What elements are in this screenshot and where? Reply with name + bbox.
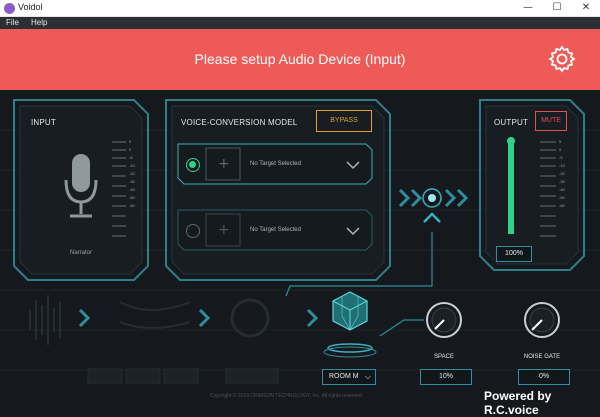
slot-1-label: No Target Selected bbox=[250, 161, 301, 167]
space-knob[interactable] bbox=[424, 300, 464, 340]
room-select-label: ROOM M bbox=[329, 373, 359, 380]
slot-2-radio[interactable] bbox=[186, 224, 200, 238]
room-cube-icon[interactable] bbox=[330, 290, 370, 332]
output-tick: 0 bbox=[559, 147, 562, 152]
input-tick: -60 bbox=[129, 203, 135, 208]
banner-message: Please setup Audio Device (Input) bbox=[194, 51, 406, 67]
room-select[interactable]: ROOM M ⌵ bbox=[322, 369, 376, 385]
app-icon bbox=[4, 3, 15, 14]
input-tick: -50 bbox=[129, 195, 135, 200]
slot-1-radio[interactable] bbox=[186, 158, 200, 172]
slot-1-chevron-down-icon[interactable] bbox=[346, 160, 360, 170]
menu-help[interactable]: Help bbox=[31, 17, 47, 29]
window-titlebar: Voidol — ☐ ✕ bbox=[0, 0, 600, 17]
output-tick: -60 bbox=[559, 203, 565, 208]
input-tick: 5 bbox=[129, 139, 132, 144]
space-label: SPACE bbox=[434, 354, 454, 360]
powered-by-text: Powered by R.C.voice bbox=[484, 389, 552, 417]
menu-bar: File Help bbox=[0, 17, 600, 29]
slot-2-chevron-down-icon[interactable] bbox=[346, 226, 360, 236]
setup-banner: Please setup Audio Device (Input) bbox=[0, 29, 600, 90]
window-title: Voidol bbox=[18, 2, 43, 12]
volume-handle[interactable] bbox=[507, 137, 515, 145]
microphone-icon bbox=[64, 154, 98, 218]
noise-gate-knob[interactable] bbox=[522, 300, 562, 340]
output-tick: -5 bbox=[559, 155, 563, 160]
output-volume-field[interactable]: 100% bbox=[496, 246, 532, 262]
add-target-icon[interactable]: + bbox=[218, 156, 230, 172]
add-target-icon[interactable]: + bbox=[218, 222, 230, 238]
output-tick: -10 bbox=[559, 163, 565, 168]
voice-name: Narrator bbox=[70, 250, 93, 256]
output-tick: -30 bbox=[559, 179, 565, 184]
bypass-button[interactable]: BYPASS bbox=[316, 110, 372, 132]
slot-2-label: No Target Selected bbox=[250, 227, 301, 233]
input-title: INPUT bbox=[31, 118, 56, 127]
input-tick: -5 bbox=[129, 155, 133, 160]
chevron-down-icon: ⌵ bbox=[364, 372, 371, 381]
input-tick: 0 bbox=[129, 147, 132, 152]
maximize-button[interactable]: ☐ bbox=[543, 0, 571, 17]
noise-gate-value-field[interactable]: 0% bbox=[518, 369, 570, 385]
output-tick: -40 bbox=[559, 187, 565, 192]
output-meter-scale: 5 0 -5 -10 -20 -30 -40 -50 -60 bbox=[559, 138, 569, 210]
output-tick: 5 bbox=[559, 139, 562, 144]
conversion-title: VOICE-CONVERSION MODEL bbox=[181, 118, 298, 127]
mute-button[interactable]: MUTE bbox=[535, 111, 567, 131]
noise-gate-label: NOISE GATE bbox=[523, 354, 561, 360]
output-volume-slider[interactable] bbox=[508, 140, 514, 234]
radio-dot bbox=[189, 161, 196, 168]
input-tick: -30 bbox=[129, 179, 135, 184]
input-tick: -40 bbox=[129, 187, 135, 192]
copyright-text: Copyright © 2019 CRIMSON TECHNOLOGY, Inc… bbox=[210, 393, 363, 399]
input-meter-scale: 5 0 -5 -10 -20 -30 -40 -50 -60 bbox=[129, 138, 139, 210]
signal-hub-icon bbox=[422, 188, 442, 223]
close-button[interactable]: ✕ bbox=[572, 0, 600, 17]
menu-file[interactable]: File bbox=[6, 17, 19, 29]
input-tick: -10 bbox=[129, 163, 135, 168]
settings-gear-icon[interactable] bbox=[548, 45, 576, 73]
volume-fill bbox=[508, 140, 514, 234]
minimize-button[interactable]: — bbox=[514, 0, 542, 17]
input-tick: -20 bbox=[129, 171, 135, 176]
output-title: OUTPUT bbox=[494, 118, 529, 127]
space-value-field[interactable]: 10% bbox=[420, 369, 472, 385]
output-tick: -20 bbox=[559, 171, 565, 176]
output-tick: -50 bbox=[559, 195, 565, 200]
